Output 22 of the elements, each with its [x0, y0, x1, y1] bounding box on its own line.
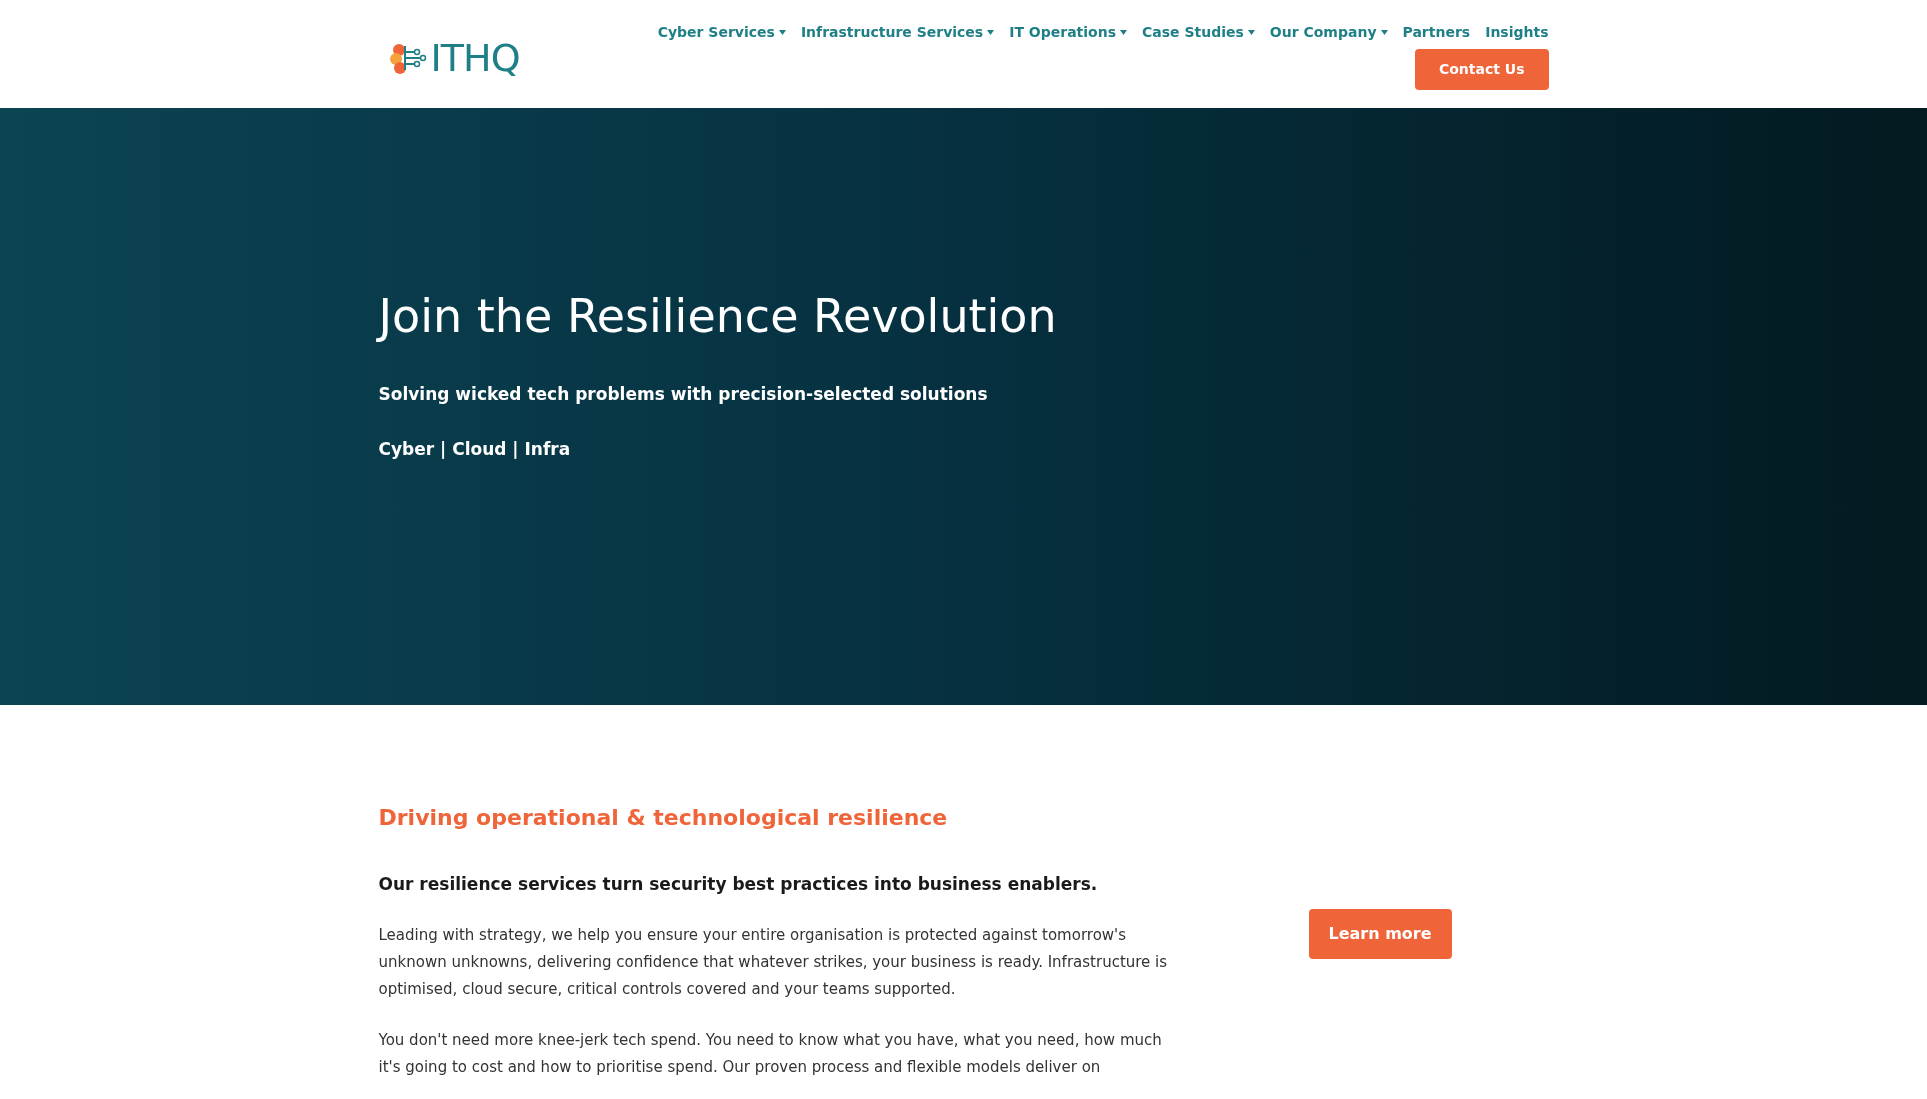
- body-paragraph: Leading with strategy, we help you ensure your entire organisation is protected against tomorrow's unknown unknowns, delivering confidence that whatever strikes, your business is ready. Infrastructure is optimised, cloud secure, critical controls covered and your teams supported.: [378, 924, 1169, 1000]
- learn-more-button[interactable]: Learn more: [1308, 909, 1452, 959]
- caret-down-icon: [1380, 30, 1388, 35]
- nav-link[interactable]: Insights: [1485, 22, 1549, 43]
- nav-link[interactable]: Our Company: [1269, 22, 1388, 43]
- section-lead: Our resilience services turn security best practices into business enablers.: [378, 873, 1098, 896]
- nav-link[interactable]: Case Studies: [1142, 22, 1255, 43]
- caret-down-icon: [1120, 30, 1127, 35]
- caret-down-icon: [987, 30, 995, 35]
- caret-down-icon: [778, 30, 786, 35]
- hero-title: Join the Resilience Revolution: [378, 288, 1057, 345]
- hero-subtitle: Solving wicked tech problems with precision-selected solutions: [378, 382, 988, 406]
- nav-link[interactable]: Partners: [1402, 22, 1471, 43]
- contact-button[interactable]: Contact Us: [1414, 49, 1549, 90]
- caret-down-icon: [1247, 30, 1255, 35]
- nav-link[interactable]: IT Operations: [1009, 22, 1127, 43]
- logo-wordmark[interactable]: ITHQ: [430, 39, 520, 77]
- nav-link[interactable]: Infrastructure Services: [800, 22, 995, 43]
- body-paragraph: You don't need more knee-jerk tech spend. You need to know what you have, what you need, how much it's going to cost and how to prioritise spend. Our proven process and flexible models deliver on: [378, 1029, 1163, 1078]
- section-heading: Driving operational & technological resilience: [378, 804, 948, 832]
- hero-tagline: Cyber | Cloud | Infra: [378, 438, 571, 461]
- nav-link[interactable]: Cyber Services: [657, 22, 786, 43]
